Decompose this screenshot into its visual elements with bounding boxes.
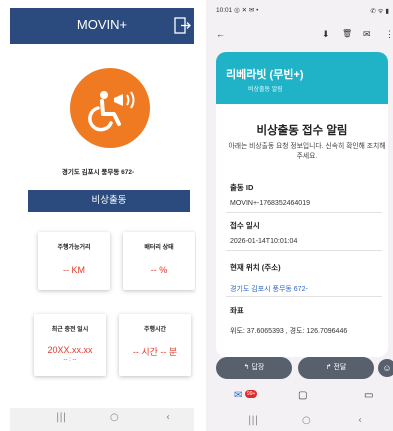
address-link[interactable]: 경기도 김포시 풍무동 672- bbox=[230, 284, 308, 294]
field-label: 접수 일시 bbox=[230, 221, 260, 230]
field-value: 2026-01-14T10:01:04 bbox=[230, 238, 298, 245]
back-arrow-icon[interactable]: ← bbox=[216, 29, 225, 39]
battery-status-card: 배터리 상태 -- % bbox=[123, 232, 195, 290]
mail-bottom-nav: ✉ ▢ ▭ bbox=[206, 386, 393, 408]
more-icon[interactable]: ⋮ bbox=[385, 29, 393, 40]
recent-apps-button[interactable]: ||| bbox=[248, 415, 258, 426]
divider bbox=[226, 212, 382, 213]
card-value: -- KM bbox=[63, 265, 85, 275]
card-value: -- 시간 -- 분 bbox=[132, 347, 178, 357]
sender-name: 리베라빗 (무빈+) bbox=[226, 69, 304, 81]
mail-icon[interactable]: ✉ bbox=[363, 29, 371, 40]
app-title: MOVIN+ bbox=[76, 17, 128, 32]
system-nav-bar: ||| ○ ‹ bbox=[10, 408, 194, 431]
status-bar: 10:01 ◎ ✕ ✉ • ✆ ᯤ ▮ bbox=[206, 0, 393, 22]
last-charge-card: 최근 충전 일시 20XX.xx.xx -- : -- bbox=[34, 314, 106, 376]
chat-tab-icon[interactable]: ▢ bbox=[298, 390, 307, 401]
sender-banner: 리베라빗 (무빈+) 비상출동 알림 bbox=[216, 52, 388, 104]
app-header: MOVIN+ bbox=[10, 8, 194, 44]
card-value: 20XX.xx.xx bbox=[47, 345, 93, 355]
home-button[interactable]: ○ bbox=[302, 415, 311, 426]
email-title: 비상출동 접수 알림 bbox=[256, 125, 348, 137]
card-value: -- % bbox=[150, 265, 168, 275]
emergency-dispatch-button[interactable]: 비상출동 bbox=[28, 190, 190, 212]
movin-app-screen: MOVIN+ 경기도 김포시 풍무동 672- 비상출동 주행가능거리 -- K… bbox=[0, 0, 196, 431]
driving-range-card: 주행가능거리 -- KM bbox=[38, 232, 110, 290]
back-button[interactable]: ‹ bbox=[358, 415, 362, 426]
card-label: 배터리 상태 bbox=[144, 245, 174, 251]
wheelchair-alert-icon bbox=[70, 68, 150, 148]
reply-button[interactable]: ↰ 답장 bbox=[216, 357, 292, 379]
card-label: 최근 충전 일시 bbox=[51, 327, 89, 333]
forward-button[interactable]: ↱ 전달 bbox=[298, 357, 374, 379]
forward-label: 전달 bbox=[333, 364, 347, 371]
reply-label: 답장 bbox=[251, 364, 265, 371]
mail-toolbar: ← ⬇ 🗑 ✉ ⋮ bbox=[206, 24, 393, 48]
mail-tab-icon[interactable]: ✉ bbox=[234, 390, 242, 401]
divider bbox=[226, 250, 382, 251]
field-value: MOVIN+-1768352464019 bbox=[230, 200, 310, 207]
back-button[interactable]: ‹ bbox=[166, 412, 170, 423]
exit-icon[interactable] bbox=[174, 17, 191, 34]
divider bbox=[226, 296, 382, 297]
field-label: 좌표 bbox=[230, 306, 244, 315]
email-body: 리베라빗 (무빈+) 비상출동 알림 비상출동 접수 알림 아래는 비상출동 요… bbox=[216, 52, 388, 357]
card-label: 주행시간 bbox=[143, 327, 167, 333]
status-time: 10:01 ◎ ✕ ✉ • bbox=[216, 7, 259, 14]
current-address: 경기도 김포시 풍무동 672- bbox=[61, 169, 135, 176]
status-system-icons: ✆ ᯤ ▮ bbox=[370, 8, 389, 15]
emoji-icon[interactable]: ☺ bbox=[378, 359, 393, 377]
card-label: 주행가능거리 bbox=[57, 245, 91, 251]
forward-icon: ↱ bbox=[325, 364, 332, 371]
recent-apps-button[interactable]: ||| bbox=[56, 412, 66, 423]
email-app-screen: 10:01 ◎ ✕ ✉ • ✆ ᯤ ▮ ← ⬇ 🗑 ✉ ⋮ 리베라빗 (무빈+)… bbox=[206, 0, 393, 431]
reply-icon: ↰ bbox=[243, 364, 250, 371]
field-value: 위도: 37.6065393 , 경도: 126.7096446 bbox=[230, 328, 348, 335]
delete-icon[interactable]: 🗑 bbox=[342, 29, 352, 38]
unread-badge: 99+ bbox=[245, 390, 258, 398]
save-icon[interactable]: ⬇ bbox=[322, 29, 330, 40]
card-subvalue: -- : -- bbox=[63, 357, 77, 363]
driving-time-card: 주행시간 -- 시간 -- 분 bbox=[119, 314, 191, 376]
field-label: 출동 ID bbox=[230, 183, 254, 192]
video-tab-icon[interactable]: ▭ bbox=[364, 390, 373, 401]
status-left-icons: ◎ ✕ ✉ • bbox=[234, 7, 259, 14]
home-button[interactable]: ○ bbox=[110, 412, 119, 423]
email-description: 아래는 비상출동 요청 정보입니다. 신속히 확인해 조치해 주세요. bbox=[228, 143, 386, 160]
field-label: 현재 위치 (주소) bbox=[230, 263, 281, 272]
system-nav-bar: ||| ○ ‹ bbox=[206, 411, 393, 431]
sender-subtitle: 비상출동 알림 bbox=[248, 87, 283, 93]
